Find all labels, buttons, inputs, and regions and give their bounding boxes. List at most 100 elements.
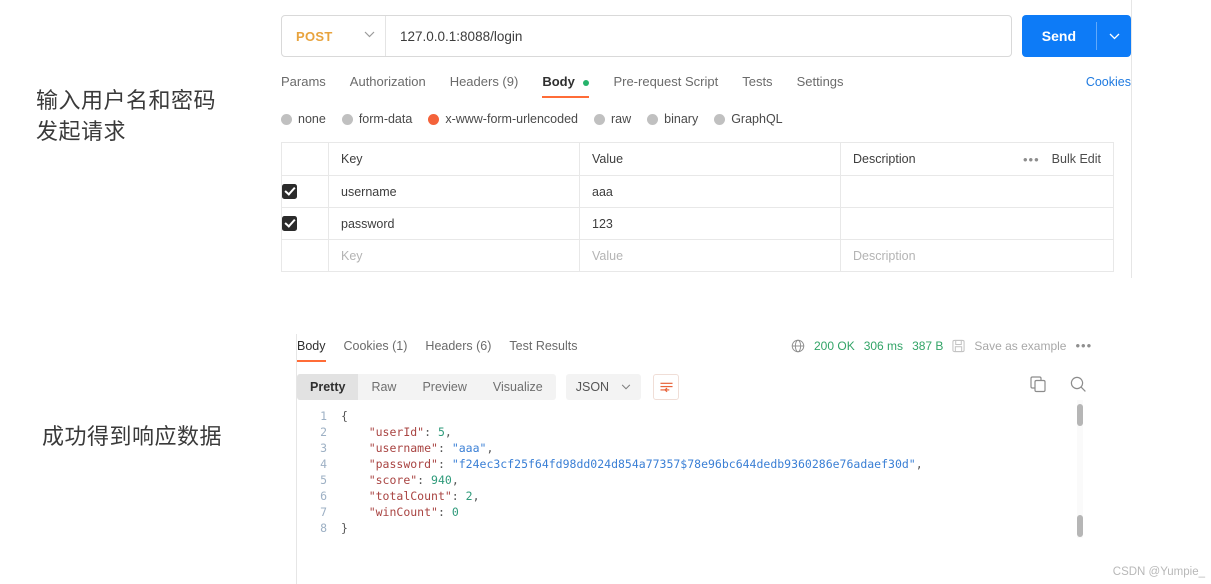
response-tab-headers-label: Headers (6) bbox=[425, 338, 492, 353]
response-more-options-icon[interactable]: ••• bbox=[1075, 338, 1092, 353]
table-row: Key Value Description bbox=[281, 239, 1114, 272]
line-number-gutter: 1 2 3 4 5 6 7 8 bbox=[297, 408, 327, 536]
tab-authorization[interactable]: Authorization bbox=[350, 74, 426, 96]
body-type-raw[interactable]: raw bbox=[594, 112, 631, 126]
response-scrollbar-thumb-bottom[interactable] bbox=[1077, 515, 1083, 537]
tab-params-label: Params bbox=[281, 74, 326, 89]
body-type-urlencoded[interactable]: x-www-form-urlencoded bbox=[428, 112, 578, 126]
tab-pre-request-script[interactable]: Pre-request Script bbox=[613, 74, 718, 96]
response-body-actions bbox=[1029, 375, 1087, 393]
bulk-edit-button[interactable]: Bulk Edit bbox=[1052, 152, 1101, 166]
row-checkbox-username[interactable] bbox=[282, 183, 297, 199]
row-checkbox-cell bbox=[281, 175, 329, 208]
send-options-chevron-down-icon[interactable] bbox=[1097, 15, 1131, 57]
format-preview[interactable]: Preview bbox=[409, 374, 479, 400]
http-method-label: POST bbox=[296, 28, 333, 44]
tab-authorization-label: Authorization bbox=[349, 74, 426, 89]
row-value-input-username[interactable]: aaa bbox=[579, 175, 841, 208]
body-type-graphql-label: GraphQL bbox=[731, 112, 783, 126]
tab-headers[interactable]: Headers (9) bbox=[450, 74, 519, 96]
response-tab-body-label: Body bbox=[297, 338, 326, 353]
row-description-input-username[interactable] bbox=[840, 175, 1114, 208]
row-value-input-password[interactable]: 123 bbox=[579, 207, 841, 240]
response-meta: 200 OK 306 ms 387 B Save as example ••• bbox=[791, 338, 1092, 353]
body-type-form-data-label: form-data bbox=[358, 112, 413, 126]
radio-binary-icon bbox=[647, 113, 659, 125]
format-pretty[interactable]: Pretty bbox=[297, 374, 359, 400]
body-type-radio-group: none form-data x-www-form-urlencoded raw… bbox=[281, 110, 1131, 128]
format-segmented-control: Pretty Raw Preview Visualize bbox=[297, 374, 556, 400]
response-language-selector[interactable]: JSON bbox=[565, 374, 642, 400]
format-visualize[interactable]: Visualize bbox=[480, 374, 556, 400]
tab-settings[interactable]: Settings bbox=[797, 74, 844, 96]
body-modified-dot-icon bbox=[583, 79, 590, 86]
row-key-input-username[interactable]: username bbox=[328, 175, 580, 208]
response-time: 306 ms bbox=[863, 338, 904, 353]
line-number: 3 bbox=[320, 441, 327, 455]
request-tabs: Params Authorization Headers (9) Body Pr… bbox=[281, 74, 1131, 98]
save-disk-icon bbox=[952, 339, 966, 353]
tab-settings-label: Settings bbox=[796, 74, 844, 89]
params-table-header-row: Key Value Description ••• Bulk Edit bbox=[281, 142, 1114, 176]
line-number: 4 bbox=[320, 457, 327, 471]
row-key-username: username bbox=[341, 184, 397, 199]
row-key-placeholder: Key bbox=[341, 248, 363, 263]
panel-divider-vertical bbox=[1131, 0, 1132, 278]
body-type-binary[interactable]: binary bbox=[647, 112, 698, 126]
save-as-example-button[interactable]: Save as example bbox=[974, 339, 1066, 353]
header-key: Key bbox=[328, 142, 580, 176]
globe-icon bbox=[791, 339, 805, 353]
body-type-form-data[interactable]: form-data bbox=[341, 112, 413, 126]
response-body-code[interactable]: 1 2 3 4 5 6 7 8 { "userId": 5, "username… bbox=[297, 408, 1087, 548]
row-checkbox-password[interactable] bbox=[282, 215, 297, 231]
body-type-raw-label: raw bbox=[611, 112, 632, 126]
cookies-link[interactable]: Cookies bbox=[1086, 75, 1131, 96]
tab-pre-request-script-label: Pre-request Script bbox=[613, 74, 719, 89]
row-description-input-empty[interactable]: Description bbox=[840, 239, 1114, 272]
row-key-input-password[interactable]: password bbox=[328, 207, 580, 240]
copy-icon[interactable] bbox=[1029, 375, 1047, 393]
header-description-label: Description bbox=[853, 152, 916, 166]
format-raw[interactable]: Raw bbox=[358, 374, 409, 400]
response-tab-test-results[interactable]: Test Results bbox=[509, 339, 577, 360]
response-tab-cookies[interactable]: Cookies (1) bbox=[344, 339, 408, 360]
response-tab-headers[interactable]: Headers (6) bbox=[425, 339, 491, 360]
body-type-binary-label: binary bbox=[664, 112, 699, 126]
body-type-none[interactable]: none bbox=[281, 112, 326, 126]
body-type-urlencoded-label: x-www-form-urlencoded bbox=[445, 112, 578, 126]
response-tab-body[interactable]: Body bbox=[297, 338, 326, 362]
row-value-password: 123 bbox=[592, 216, 613, 231]
json-code-lines: { "userId": 5, "username": "aaa", "passw… bbox=[341, 409, 923, 535]
header-checkbox-cell bbox=[281, 142, 329, 176]
radio-raw-icon bbox=[594, 113, 605, 125]
table-row: password 123 bbox=[281, 207, 1114, 240]
method-url-field[interactable]: POST 127.0.0.1:8088/login bbox=[281, 15, 1012, 57]
tab-tests[interactable]: Tests bbox=[742, 74, 772, 96]
response-tab-test-results-label: Test Results bbox=[509, 338, 578, 353]
radio-urlencoded-selected-icon bbox=[428, 113, 440, 125]
response-size: 387 B bbox=[912, 338, 944, 353]
line-number: 7 bbox=[320, 505, 327, 519]
header-value: Value bbox=[579, 142, 841, 176]
response-scrollbar-thumb-top[interactable] bbox=[1077, 404, 1083, 426]
send-button[interactable]: Send bbox=[1022, 15, 1096, 57]
response-panel: Body Cookies (1) Headers (6) Test Result… bbox=[297, 338, 1091, 548]
http-method-selector[interactable]: POST bbox=[282, 16, 386, 56]
row-key-input-empty[interactable]: Key bbox=[328, 239, 580, 272]
tab-params[interactable]: Params bbox=[281, 74, 326, 96]
line-number: 2 bbox=[320, 425, 327, 439]
row-value-input-empty[interactable]: Value bbox=[579, 239, 841, 272]
screenshot-root: 输入用户名和密码 发起请求 成功得到响应数据 POST 127.0.0.1:80… bbox=[0, 0, 1211, 584]
search-icon[interactable] bbox=[1069, 375, 1087, 393]
tab-body[interactable]: Body bbox=[542, 74, 590, 98]
tab-headers-label: Headers (9) bbox=[449, 74, 519, 89]
line-number: 8 bbox=[320, 521, 327, 535]
more-options-icon[interactable]: ••• bbox=[1023, 152, 1040, 167]
request-url-input[interactable]: 127.0.0.1:8088/login bbox=[386, 29, 522, 44]
row-key-password: password bbox=[341, 216, 395, 231]
response-status: 200 OK bbox=[814, 338, 855, 353]
row-description-input-password[interactable] bbox=[840, 207, 1114, 240]
wrap-lines-button[interactable] bbox=[653, 374, 680, 400]
body-type-graphql[interactable]: GraphQL bbox=[714, 112, 783, 126]
wrap-lines-icon bbox=[660, 382, 673, 392]
